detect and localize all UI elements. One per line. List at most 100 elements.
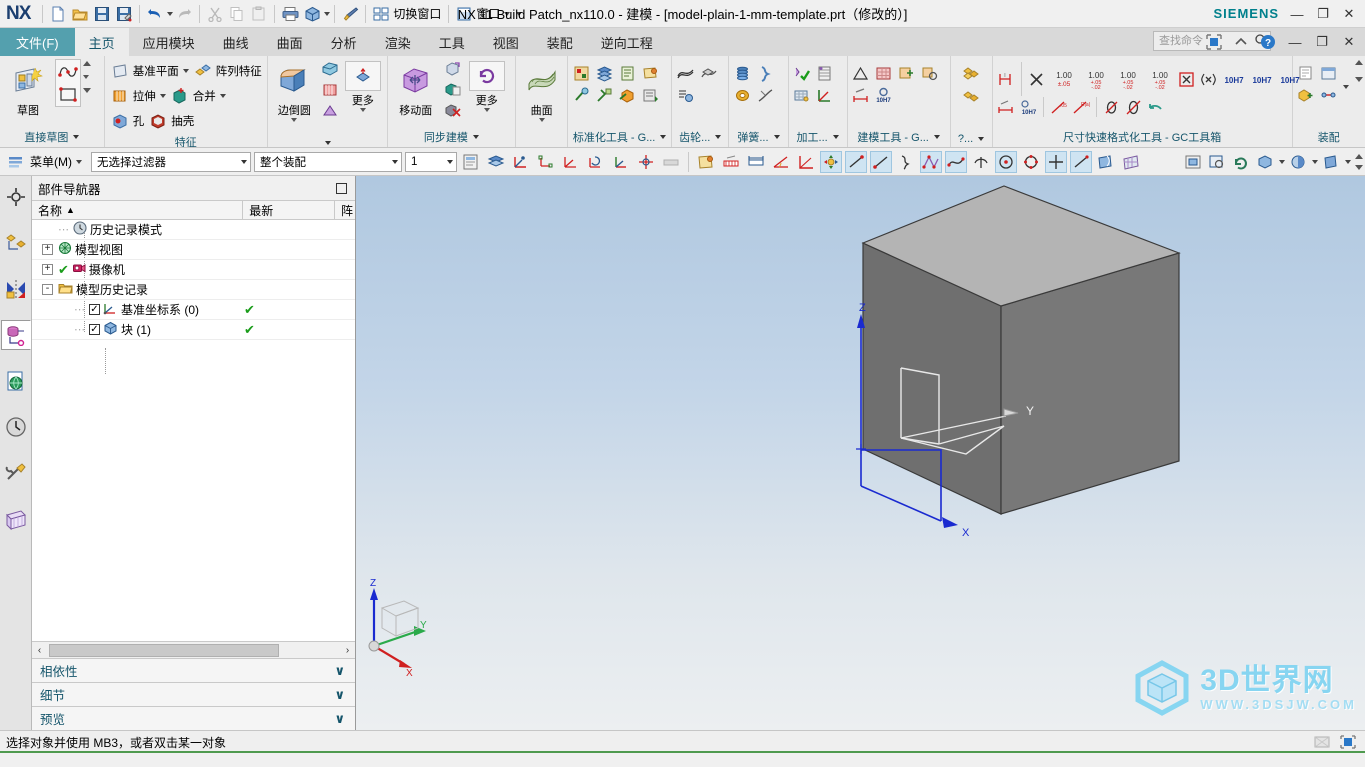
datum-csys-tool-icon[interactable] bbox=[820, 150, 842, 173]
circle-pattern-icon[interactable] bbox=[920, 63, 940, 83]
panel-details[interactable]: 细节 ∨ bbox=[32, 682, 355, 706]
grid-view-icon[interactable] bbox=[1120, 151, 1142, 173]
diameter-icon[interactable] bbox=[1102, 97, 1122, 117]
pin-panel-icon[interactable] bbox=[336, 182, 347, 194]
tab-assembly[interactable]: 装配 bbox=[533, 28, 587, 56]
fit-10h7b-icon[interactable]: 10H7 bbox=[1249, 68, 1275, 90]
menu-button[interactable]: 菜单(M) bbox=[3, 151, 88, 173]
unite-caret[interactable] bbox=[219, 94, 226, 98]
table-row[interactable]: ⋯ ✓ 基准坐标系 (0) ✔ bbox=[32, 300, 355, 320]
sketch-rectangle-icon[interactable] bbox=[57, 83, 79, 105]
machining-grid-icon[interactable] bbox=[792, 85, 812, 105]
selection-scope-caret[interactable] bbox=[392, 159, 398, 164]
line-tool-icon[interactable] bbox=[845, 150, 867, 173]
machining-caret[interactable] bbox=[832, 135, 839, 139]
switch-window-icon[interactable] bbox=[370, 3, 392, 25]
close-button[interactable]: ✕ bbox=[1337, 3, 1361, 25]
chevron-down-icon[interactable]: ∨ bbox=[334, 687, 345, 703]
add-point-icon[interactable] bbox=[897, 63, 917, 83]
view-section-caret[interactable] bbox=[1345, 160, 1351, 164]
sketch-more-caret[interactable] bbox=[83, 75, 89, 79]
tab-curve[interactable]: 曲线 bbox=[209, 28, 263, 56]
pattern-feature-button[interactable]: 阵列特征 bbox=[191, 59, 264, 83]
model-canvas[interactable]: Y Z X Z Y X bbox=[356, 176, 1364, 730]
move-face-button[interactable]: 移动面 bbox=[391, 59, 441, 118]
fit-view-icon[interactable] bbox=[1182, 151, 1204, 173]
new-file-icon[interactable] bbox=[47, 3, 69, 25]
surface-caret[interactable] bbox=[538, 118, 545, 122]
standardization-caret[interactable] bbox=[660, 135, 667, 139]
compression-spring-icon[interactable] bbox=[732, 63, 752, 83]
render-style-icon[interactable] bbox=[1287, 151, 1309, 173]
direct-sketch-dialog-caret[interactable] bbox=[73, 135, 80, 139]
pull-face-icon[interactable] bbox=[443, 59, 463, 79]
switch-window-label[interactable]: 切换窗口 bbox=[392, 5, 444, 22]
modeling-tools-caret[interactable] bbox=[933, 135, 940, 139]
table-row[interactable]: + ✔ 摄像机 bbox=[32, 260, 355, 280]
unite-button[interactable]: 合并 bbox=[168, 84, 228, 108]
selection-filter-combo[interactable]: 无选择过滤器 bbox=[91, 151, 251, 172]
more-features-caret[interactable] bbox=[359, 108, 366, 112]
bevel-gear-icon[interactable] bbox=[698, 63, 718, 83]
assembly-navigator-icon[interactable] bbox=[1, 228, 31, 258]
rotate-view-icon[interactable] bbox=[1230, 151, 1252, 173]
seltb-scroll-up-icon[interactable] bbox=[1355, 154, 1363, 159]
constraint-navigator-icon[interactable] bbox=[1, 274, 31, 304]
tab-tools[interactable]: 工具 bbox=[425, 28, 479, 56]
selection-filter-caret[interactable] bbox=[241, 159, 247, 164]
tab-home[interactable]: 主页 bbox=[74, 28, 129, 56]
column-header-uptodate[interactable]: 最新 bbox=[243, 201, 335, 219]
std-property-icon[interactable] bbox=[617, 63, 637, 83]
dim-arrow-icon[interactable] bbox=[996, 97, 1016, 117]
save-icon[interactable] bbox=[91, 3, 113, 25]
assembly-constraint-icon[interactable] bbox=[1319, 85, 1339, 105]
linear-dimension-icon[interactable] bbox=[745, 151, 767, 173]
tab-analysis[interactable]: 分析 bbox=[317, 28, 371, 56]
std-note-icon[interactable] bbox=[640, 63, 660, 83]
note-icon[interactable] bbox=[695, 151, 717, 173]
delete-face-icon[interactable] bbox=[443, 101, 463, 121]
fit-measure-icon[interactable]: 10H7 bbox=[1018, 97, 1038, 117]
scroll-left-icon[interactable]: ‹ bbox=[32, 643, 47, 658]
std-tool2-icon[interactable] bbox=[594, 85, 614, 105]
zoom-window-icon[interactable] bbox=[1206, 151, 1228, 173]
expand-toggle[interactable]: + bbox=[42, 244, 53, 255]
save-as-icon[interactable] bbox=[113, 3, 135, 25]
seltb-scroll-down-icon[interactable] bbox=[1355, 165, 1363, 170]
navigator-horizontal-scrollbar[interactable]: ‹ › bbox=[32, 641, 355, 658]
help-icon[interactable]: ? bbox=[1256, 31, 1280, 53]
linear-dim-icon[interactable] bbox=[851, 85, 871, 105]
tension-spring-icon[interactable] bbox=[755, 63, 775, 83]
spline-tool-icon[interactable] bbox=[895, 151, 917, 173]
layer-caret[interactable] bbox=[447, 159, 453, 164]
history-icon[interactable] bbox=[1, 412, 31, 442]
tab-reverse-engineering[interactable]: 逆向工程 bbox=[587, 28, 667, 56]
circle-tool-icon[interactable] bbox=[995, 150, 1017, 173]
table-row[interactable]: - 模型历史记录 bbox=[32, 280, 355, 300]
machining-check-icon[interactable] bbox=[792, 63, 812, 83]
layer-settings-icon[interactable] bbox=[460, 151, 482, 173]
tools-icon[interactable] bbox=[1, 458, 31, 488]
spline-wave-icon[interactable] bbox=[945, 150, 967, 173]
tab-surface[interactable]: 曲面 bbox=[263, 28, 317, 56]
datum-plane-caret[interactable] bbox=[182, 69, 189, 73]
navigator-tree[interactable]: ⋯ 历史记录模式 + 模型视图 + ✔ 摄像机 - 模型历史记录 ⋯ ✓ 基准坐… bbox=[32, 220, 355, 641]
render-dropdown-caret[interactable] bbox=[324, 11, 331, 16]
qat-overflow-caret[interactable] bbox=[516, 11, 523, 16]
machining-axis-icon[interactable] bbox=[815, 85, 835, 105]
line-simple-icon[interactable] bbox=[1070, 150, 1092, 173]
render-style-caret[interactable] bbox=[1312, 160, 1318, 164]
hole-button[interactable]: 孔 bbox=[108, 109, 147, 133]
assembly-add-icon[interactable] bbox=[1296, 85, 1316, 105]
studio-spline-icon[interactable] bbox=[920, 150, 942, 173]
feature-checkbox[interactable]: ✓ bbox=[89, 304, 100, 315]
taper-icon[interactable] bbox=[320, 101, 340, 121]
doc-close-button[interactable]: ✕ bbox=[1337, 31, 1361, 53]
blocks-stack-icon[interactable] bbox=[961, 64, 981, 84]
column-header-array[interactable]: 阵 bbox=[335, 201, 355, 219]
graphics-viewport[interactable]: Y Z X Z Y X 3D世界网 WWW.3DSJW.COM bbox=[356, 176, 1365, 730]
window-menu-label[interactable]: 窗口 bbox=[475, 5, 503, 22]
dim-slash2-icon[interactable]: R|a| bbox=[1071, 97, 1091, 117]
spring-curve-icon[interactable] bbox=[755, 85, 775, 105]
line-point-tool-icon[interactable] bbox=[870, 150, 892, 173]
